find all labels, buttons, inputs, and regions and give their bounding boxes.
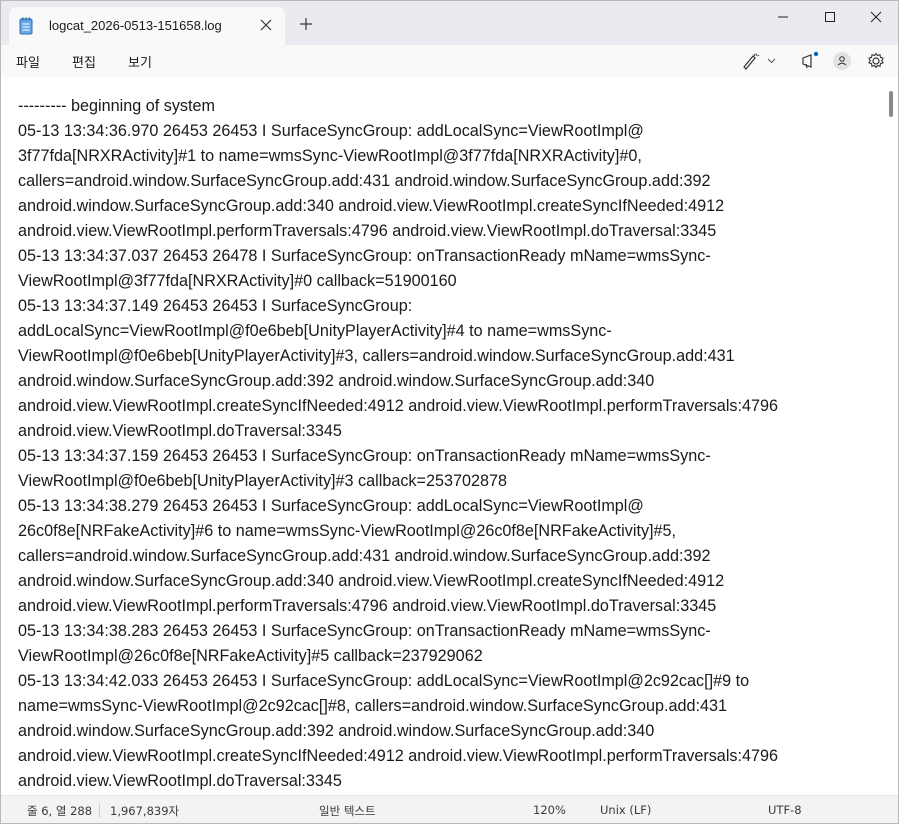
text-line: android.view.ViewRootImpl.doTraversal:33…	[18, 422, 342, 440]
close-tab-icon[interactable]	[259, 18, 273, 32]
rewrite-pen-icon[interactable]	[741, 51, 777, 71]
tab-title: logcat_2026-0513-151658.log	[49, 18, 222, 33]
text-line: android.view.ViewRootImpl.createSyncIfNe…	[18, 747, 779, 765]
vertical-scrollbar[interactable]	[889, 91, 893, 117]
text-line: ViewRootImpl@f0e6beb[UnityPlayerActivity…	[18, 472, 507, 490]
maximize-icon[interactable]	[816, 8, 844, 26]
text-format: 일반 텍스트	[319, 804, 376, 818]
notepad-icon	[19, 17, 33, 35]
line-ending[interactable]: Unix (LF)	[600, 803, 651, 817]
notepad-window: logcat_2026-0513-151658.log 파일 편집 보기 ---…	[0, 0, 899, 824]
character-count: 1,967,839자	[110, 804, 180, 818]
text-line: --------- beginning of system	[18, 97, 215, 115]
text-line: callers=android.window.SurfaceSyncGroup.…	[18, 172, 711, 190]
new-tab-plus-icon[interactable]	[299, 17, 313, 31]
document-text[interactable]: --------- beginning of system 05-13 13:34…	[18, 94, 878, 794]
text-line: 05-13 13:34:37.037 26453 26478 I Surface…	[18, 247, 711, 265]
text-line: 05-13 13:34:38.279 26453 26453 I Surface…	[18, 497, 644, 515]
status-bar: 줄 6, 열 288 1,967,839자 일반 텍스트 120% Unix (…	[1, 795, 898, 823]
text-editor[interactable]: --------- beginning of system 05-13 13:34…	[1, 77, 898, 795]
text-line: 05-13 13:34:36.970 26453 26453 I Surface…	[18, 122, 644, 140]
menu-bar: 파일 편집 보기	[1, 45, 898, 77]
text-line: 05-13 13:34:37.149 26453 26453 I Surface…	[18, 297, 413, 315]
text-line: 26c0f8e[NRFakeActivity]#6 to name=wmsSyn…	[18, 522, 677, 540]
text-line: ViewRootImpl@f0e6beb[UnityPlayerActivity…	[18, 347, 735, 365]
menu-view[interactable]: 보기	[128, 52, 152, 71]
cursor-position: 줄 6, 열 288	[27, 804, 93, 818]
text-line: 05-13 13:34:42.033 26453 26453 I Surface…	[18, 672, 750, 690]
title-bar: logcat_2026-0513-151658.log	[1, 1, 898, 45]
status-divider	[99, 803, 100, 818]
account-icon[interactable]	[831, 51, 853, 71]
text-line: android.window.SurfaceSyncGroup.add:392 …	[18, 722, 655, 740]
minimize-icon[interactable]	[769, 8, 797, 26]
text-line: android.view.ViewRootImpl.doTraversal:33…	[18, 772, 342, 790]
text-line: addLocalSync=ViewRootImpl@f0e6beb[UnityP…	[18, 322, 612, 340]
settings-gear-icon[interactable]	[866, 51, 886, 71]
menu-file[interactable]: 파일	[16, 52, 40, 71]
text-line: callers=android.window.SurfaceSyncGroup.…	[18, 547, 711, 565]
text-line: android.view.ViewRootImpl.performTravers…	[18, 597, 717, 615]
text-line: android.window.SurfaceSyncGroup.add:340 …	[18, 572, 725, 590]
text-line: ViewRootImpl@26c0f8e[NRFakeActivity]#5 c…	[18, 647, 483, 665]
text-line: 05-13 13:34:37.159 26453 26453 I Surface…	[18, 447, 711, 465]
text-line: android.view.ViewRootImpl.performTravers…	[18, 222, 717, 240]
text-line: android.view.ViewRootImpl.createSyncIfNe…	[18, 397, 779, 415]
close-window-icon[interactable]	[862, 8, 890, 26]
menu-edit[interactable]: 편집	[72, 52, 96, 71]
text-line: ViewRootImpl@3f77fda[NRXRActivity]#0 cal…	[18, 272, 457, 290]
encoding[interactable]: UTF-8	[768, 803, 802, 817]
copilot-icon[interactable]	[799, 51, 821, 71]
zoom-level[interactable]: 120%	[533, 803, 566, 817]
text-line: 05-13 13:34:38.283 26453 26453 I Surface…	[18, 622, 711, 640]
document-tab[interactable]: logcat_2026-0513-151658.log	[9, 7, 285, 45]
text-line: 3f77fda[NRXRActivity]#1 to name=wmsSync-…	[18, 147, 642, 165]
text-line: name=wmsSync-ViewRootImpl@2c92cac[]#8, c…	[18, 697, 727, 715]
text-line: android.window.SurfaceSyncGroup.add:340 …	[18, 197, 725, 215]
text-line: android.window.SurfaceSyncGroup.add:392 …	[18, 372, 655, 390]
